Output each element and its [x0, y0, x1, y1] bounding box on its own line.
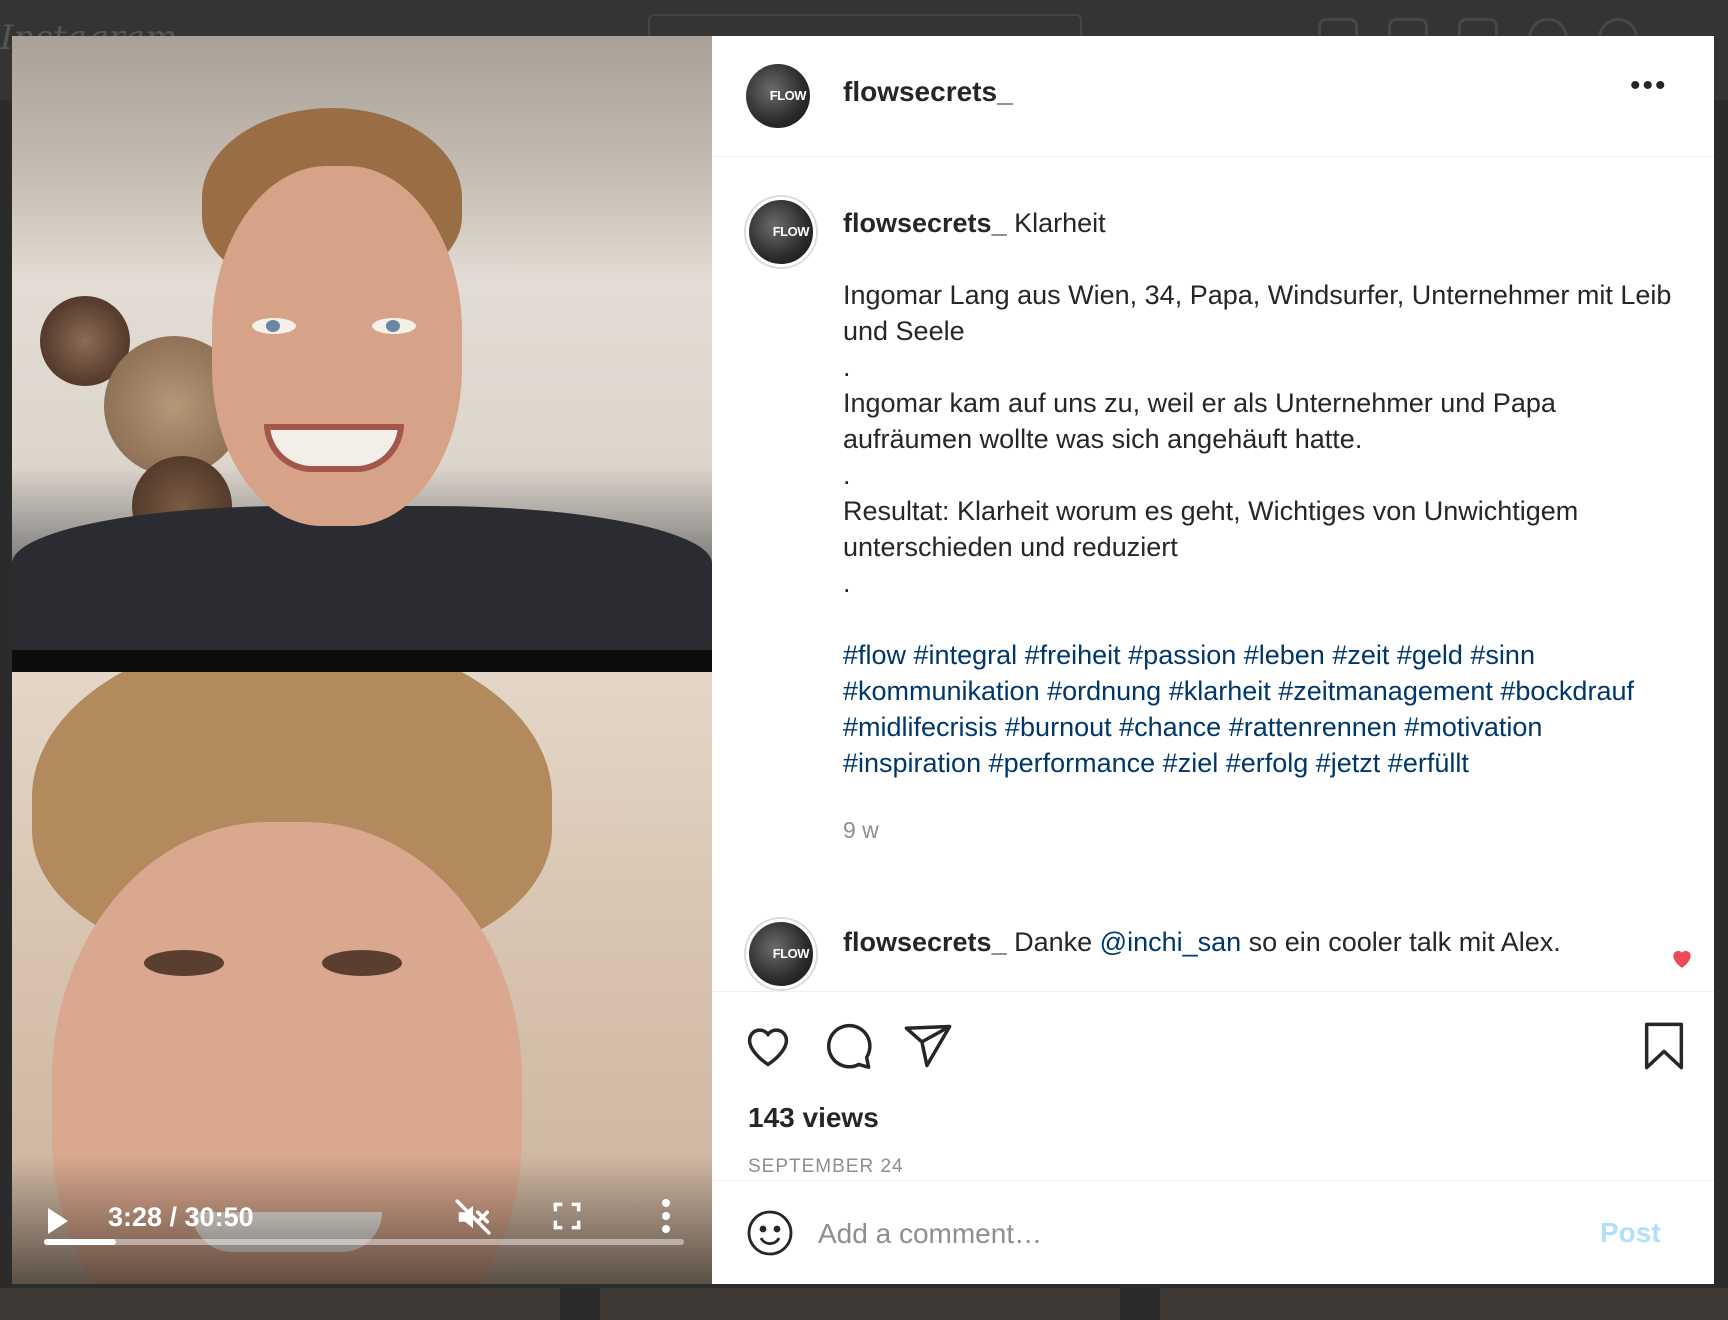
post-header: FLOW flowsecrets_ ••• — [712, 36, 1714, 157]
video-divider — [12, 650, 712, 672]
caption-dot: . — [843, 568, 851, 598]
bookmark-icon[interactable] — [1638, 1020, 1690, 1072]
caption-line: Resultat: Klarheit worum es geht, Wichti… — [843, 496, 1579, 562]
avatar[interactable]: FLOW — [746, 64, 810, 128]
person-eye — [322, 950, 402, 976]
background-thumbnail — [1160, 1288, 1728, 1320]
emoji-icon[interactable] — [746, 1209, 794, 1257]
add-comment-bar: Post — [712, 1180, 1714, 1284]
caption-username[interactable]: flowsecrets_ — [843, 208, 1007, 238]
comment-mention[interactable]: @inchi_san — [1100, 927, 1242, 957]
person-eye — [252, 318, 296, 334]
share-icon[interactable] — [902, 1020, 954, 1072]
caption-age: 9 w — [843, 817, 879, 843]
video-player[interactable]: 3:28 / 30:50 — [12, 36, 712, 1284]
person-shirt — [12, 506, 712, 650]
caption-hashtags[interactable]: #flow #integral #freiheit #passion #lebe… — [843, 637, 1683, 781]
video-progress-fill — [44, 1239, 117, 1245]
more-options-icon[interactable]: ••• — [1630, 71, 1668, 101]
person-mouth — [264, 424, 404, 472]
avatar-logo-text: FLOW — [772, 946, 810, 962]
comment-avatar[interactable]: FLOW — [746, 919, 816, 989]
add-comment-input[interactable] — [816, 1209, 1520, 1259]
comment: flowsecrets_ Danke @inchi_san so ein coo… — [843, 927, 1603, 958]
post-actions: 143 views SEPTEMBER 24 — [712, 991, 1714, 1192]
video-frame-top — [12, 36, 712, 650]
mute-icon[interactable] — [454, 1198, 492, 1236]
post-details-panel: FLOW flowsecrets_ ••• FLOW flowsecrets_ … — [712, 36, 1714, 1284]
post-date: SEPTEMBER 24 — [748, 1156, 904, 1177]
video-time: 3:28 / 30:50 — [108, 1202, 254, 1232]
more-vertical-icon[interactable] — [661, 1198, 671, 1234]
video-controls: 3:28 / 30:50 — [12, 1156, 712, 1284]
comment-like-icon[interactable] — [1669, 945, 1695, 971]
person-face — [212, 166, 462, 526]
avatar-logo-text: FLOW — [772, 224, 810, 240]
fullscreen-icon[interactable] — [553, 1202, 581, 1230]
caption-title: Klarheit — [1014, 208, 1106, 238]
play-icon[interactable] — [48, 1208, 68, 1234]
caption-dot: . — [843, 352, 851, 382]
avatar-logo-text: FLOW — [769, 88, 807, 104]
caption-line: Ingomar Lang aus Wien, 34, Papa, Windsur… — [843, 280, 1672, 346]
post-username[interactable]: flowsecrets_ — [843, 76, 1013, 108]
comments-section: FLOW flowsecrets_ Klarheit Ingomar Lang … — [712, 157, 1714, 991]
caption-avatar[interactable]: FLOW — [746, 197, 816, 267]
post-modal: 3:28 / 30:50 FLOW flowsecrets_ ••• FLOW … — [12, 36, 1714, 1284]
comment-icon[interactable] — [822, 1020, 874, 1072]
background-thumbnail — [0, 1288, 560, 1320]
caption: flowsecrets_ Klarheit Ingomar Lang aus W… — [843, 205, 1683, 781]
background-thumbnail — [600, 1288, 1120, 1320]
caption-dot: . — [843, 460, 851, 490]
comment-text-pre: Danke — [1014, 927, 1100, 957]
person-eye — [144, 950, 224, 976]
heart-icon[interactable] — [742, 1020, 794, 1072]
person-eye — [372, 318, 416, 334]
post-comment-button[interactable]: Post — [1600, 1217, 1661, 1249]
comment-text-post: so ein cooler talk mit Alex. — [1241, 927, 1561, 957]
video-progress-bar[interactable] — [44, 1239, 684, 1245]
caption-line: Ingomar kam auf uns zu, weil er als Unte… — [843, 388, 1556, 454]
view-count[interactable]: 143 views — [748, 1102, 879, 1134]
comment-username[interactable]: flowsecrets_ — [843, 927, 1007, 957]
